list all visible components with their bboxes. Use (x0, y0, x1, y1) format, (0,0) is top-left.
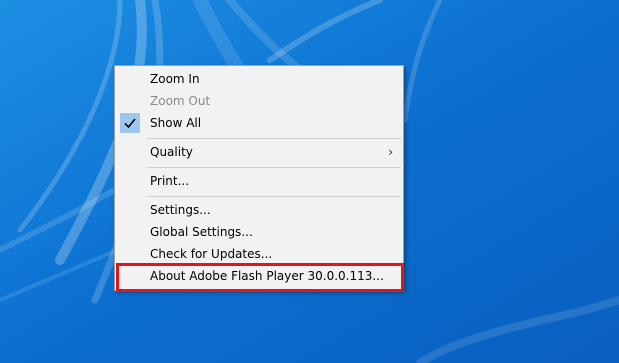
menu-item-label: Quality (150, 145, 193, 159)
menu-item-check-for-updates[interactable]: Check for Updates... (115, 243, 403, 265)
menu-item-quality[interactable]: Quality › (115, 141, 403, 163)
menu-item-label: Zoom Out (150, 94, 211, 108)
context-menu: Zoom In Zoom Out Show All Quality › Prin… (114, 65, 404, 291)
chevron-right-icon: › (388, 145, 393, 159)
menu-item-label: Show All (150, 116, 202, 130)
menu-separator (147, 196, 401, 197)
menu-item-label: Print... (150, 174, 190, 188)
menu-item-zoom-in[interactable]: Zoom In (115, 68, 403, 90)
menu-item-label: Zoom In (150, 72, 200, 86)
menu-item-show-all[interactable]: Show All (115, 112, 403, 134)
menu-item-label: Global Settings... (150, 225, 253, 239)
menu-separator (147, 167, 401, 168)
about-item-highlight-box (116, 263, 404, 292)
menu-item-settings[interactable]: Settings... (115, 199, 403, 221)
menu-item-print[interactable]: Print... (115, 170, 403, 192)
menu-item-label: Check for Updates... (150, 247, 273, 261)
menu-separator (147, 138, 401, 139)
menu-item-global-settings[interactable]: Global Settings... (115, 221, 403, 243)
menu-item-label: Settings... (150, 203, 211, 217)
menu-item-zoom-out: Zoom Out (115, 90, 403, 112)
checkmark-icon (120, 113, 140, 133)
